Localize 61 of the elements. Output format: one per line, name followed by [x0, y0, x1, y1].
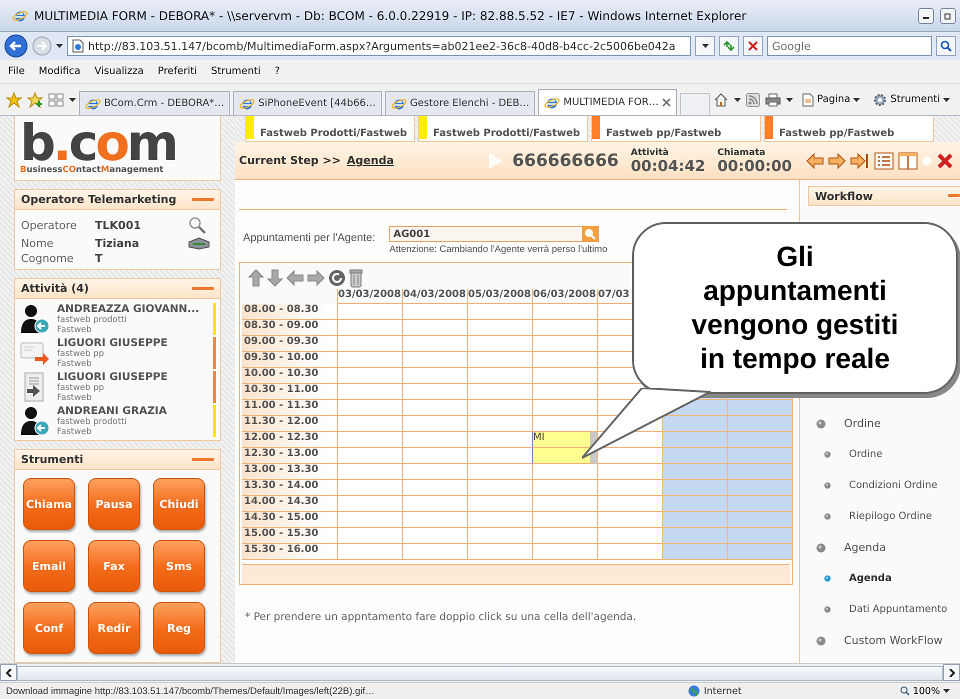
queue-card-text: Fastweb Prodotti/Fastweb: [260, 128, 408, 139]
time-slot: 14.00 - 14.30: [242, 496, 337, 512]
activity-detail: fastweb prodotti: [57, 417, 128, 427]
activity-detail: Fastweb: [57, 359, 93, 369]
activity-name: LIGUORI GIUSEPPE: [57, 337, 169, 349]
callout-text: vengono gestiti: [692, 308, 898, 342]
time-slot: 13.30 - 14.00: [242, 480, 337, 496]
address-url: http://83.103.51.147/bcomb/MultimediaForm.aspx?Arguments=ab021ee2-36c8-40d8-b4cc-2c5006be042a: [88, 40, 676, 52]
step-label: Current Step >>: [239, 154, 341, 167]
time-slot: 15.30 - 16.00: [242, 544, 337, 560]
time-slot: 10.30 - 11.00: [242, 384, 337, 400]
queue-card-text: Fastweb pp/Fastweb: [779, 128, 894, 139]
activity-name: ANDREANI GRAZIA: [57, 405, 168, 417]
activity-detail: fastweb pp: [57, 383, 106, 393]
window-title: MULTIMEDIA FORM - DEBORA* - \\servervm - Db: BCOM - 6.0.0.22919 - IP: 82.88.5.52 - IE7 - Windows Internet Explorer: [34, 8, 748, 22]
field-label: Nome: [21, 236, 54, 250]
time-slot: 09.30 - 10.00: [242, 352, 337, 368]
time-slot: 14.30 - 15.00: [242, 512, 337, 528]
warning-text: Attenzione: Cambiando l'Agente verrà perso l'ultimo: [389, 244, 608, 255]
activity-name: ANDREAZZA GIOVANN...: [57, 303, 200, 315]
logo-tagline: BusinessCOntactManagement: [20, 165, 164, 175]
time-slot: 12.00 - 12.30: [242, 432, 337, 448]
activity-detail: fastweb prodotti: [57, 315, 128, 325]
zone-label: Internet: [704, 686, 742, 696]
field-label: Operatore: [21, 218, 78, 232]
time-slot: 15.00 - 15.30: [242, 528, 337, 544]
callout-text: in tempo reale: [700, 342, 890, 376]
callout-text: appuntamenti: [703, 274, 887, 308]
time-slot: 09.00 - 09.30: [242, 336, 337, 352]
time-slot: 12.30 - 13.00: [242, 448, 337, 464]
panel-title: Attività (4): [21, 282, 89, 295]
time-slot: 08.30 - 09.00: [242, 320, 337, 336]
phone-number: 666666666: [512, 150, 619, 170]
timer-label: Attività: [630, 148, 670, 158]
panel-title: Workflow: [815, 190, 873, 202]
time-slot: 10.00 - 10.30: [242, 368, 337, 384]
activity-detail: fastweb pp: [57, 349, 106, 359]
time-slot: 11.00 - 11.30: [242, 400, 337, 416]
field-value: Tiziana: [95, 236, 140, 250]
activity-detail: Fastweb: [57, 427, 93, 437]
queue-card-text: Fastweb Prodotti/Fastweb: [433, 128, 580, 139]
bcom-logo: b.com: [20, 121, 177, 165]
timer-value: 00:00:00: [717, 158, 792, 174]
time-slot: 08.00 - 08.30: [242, 304, 337, 320]
activity-detail: Fastweb: [57, 393, 93, 403]
callout-text: Gli: [776, 240, 814, 274]
panel-title: Strumenti: [21, 453, 84, 466]
queue-card-text: Fastweb pp/Fastweb: [606, 128, 722, 139]
panel-title: Operatore Telemarketing: [21, 193, 176, 206]
time-slot: 11.30 - 12.00: [242, 416, 337, 432]
field-value: T: [95, 252, 104, 265]
timer-label: Chiamata: [717, 148, 766, 158]
field-label: Appuntamenti per l'Agente:: [243, 231, 376, 246]
activity-name: LIGUORI GIUSEPPE: [57, 371, 169, 383]
field-value: TLK001: [95, 218, 142, 232]
activity-detail: Fastweb: [57, 325, 93, 335]
footnote-text: * Per prendere un appntamento fare doppio click su una cella dell'agenda.: [244, 611, 638, 623]
field-label: Cognome: [21, 252, 75, 265]
timer-value: 00:04:42: [630, 158, 706, 174]
status-text: Download immagine http://83.103.51.147/bcomb/Themes/Default/Images/left(22B).gif…: [6, 686, 376, 696]
time-slot: 13.00 - 13.30: [242, 464, 337, 480]
